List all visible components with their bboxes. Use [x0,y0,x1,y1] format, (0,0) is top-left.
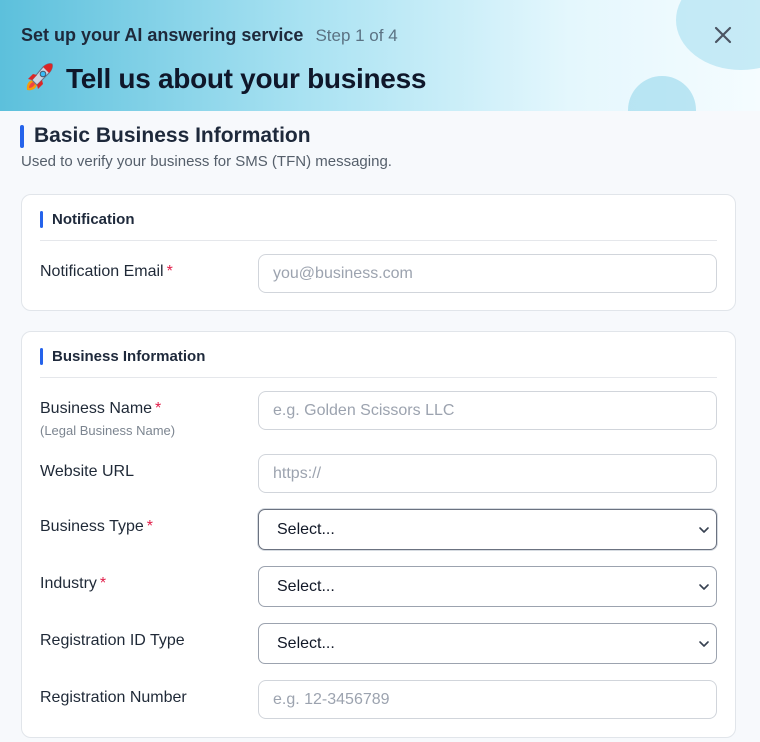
chevron-down-icon [699,527,709,533]
chevron-down-icon [699,641,709,647]
modal-header: Set up your AI answering service Step 1 … [0,0,760,111]
select-value: Select... [277,577,335,595]
select-value: Select... [277,520,335,538]
decorative-circle [628,76,696,111]
business-info-card: Business Information Business Name * (Leg… [21,331,736,738]
registration-number-input[interactable] [258,680,717,719]
accent-bar [20,124,24,148]
section-heading: Basic Business Information [20,124,311,148]
business-type-select[interactable]: Select... [258,509,717,550]
card-header: Notification [40,210,717,241]
field-label-text: Website URL [40,463,134,480]
field-label-text: Registration ID Type [40,632,185,649]
page-title: Tell us about your business [66,63,427,94]
chevron-down-icon [699,584,709,590]
field-label-text: Business Type [40,518,144,535]
business-name-sublabel: (Legal Business Name) [40,423,176,438]
card-title: Business Information [52,348,206,365]
required-marker: * [155,400,162,417]
main-title-row: Tell us about your business [19,60,426,98]
field-label-text: Registration Number [40,689,187,706]
header-row: Set up your AI answering service Step 1 … [21,25,398,46]
registration-number-label: Registration Number [40,689,187,707]
field-label-text: Industry [40,575,97,592]
close-button[interactable] [708,20,738,50]
registration-id-type-select[interactable]: Select... [258,623,717,664]
business-name-input[interactable] [258,391,717,430]
notification-email-label: Notification Email * [40,263,173,281]
section-title: Basic Business Information [34,124,311,147]
notification-email-input[interactable] [258,254,717,293]
close-icon [714,26,732,44]
required-marker: * [166,263,173,280]
card-header: Business Information [40,347,717,378]
step-indicator: Step 1 of 4 [315,26,398,45]
field-label-text: Notification Email [40,263,164,280]
website-url-label: Website URL [40,463,134,481]
website-url-input[interactable] [258,454,717,493]
required-marker: * [99,575,107,592]
rocket-icon [19,60,57,98]
business-type-label: Business Type * [40,518,153,536]
industry-select[interactable]: Select... [258,566,717,607]
select-value: Select... [277,634,335,652]
required-marker: * [146,518,153,535]
accent-bar [40,348,43,365]
section-description: Used to verify your business for SMS (TF… [21,153,392,170]
card-title: Notification [52,211,135,228]
industry-label: Industry * [40,575,106,593]
registration-id-type-label: Registration ID Type [40,632,185,650]
setup-title: Set up your AI answering service [21,25,304,45]
business-name-label: Business Name * [40,400,161,418]
notification-card: Notification Notification Email * [21,194,736,311]
accent-bar [40,211,43,228]
field-label-text: Business Name [40,400,153,417]
